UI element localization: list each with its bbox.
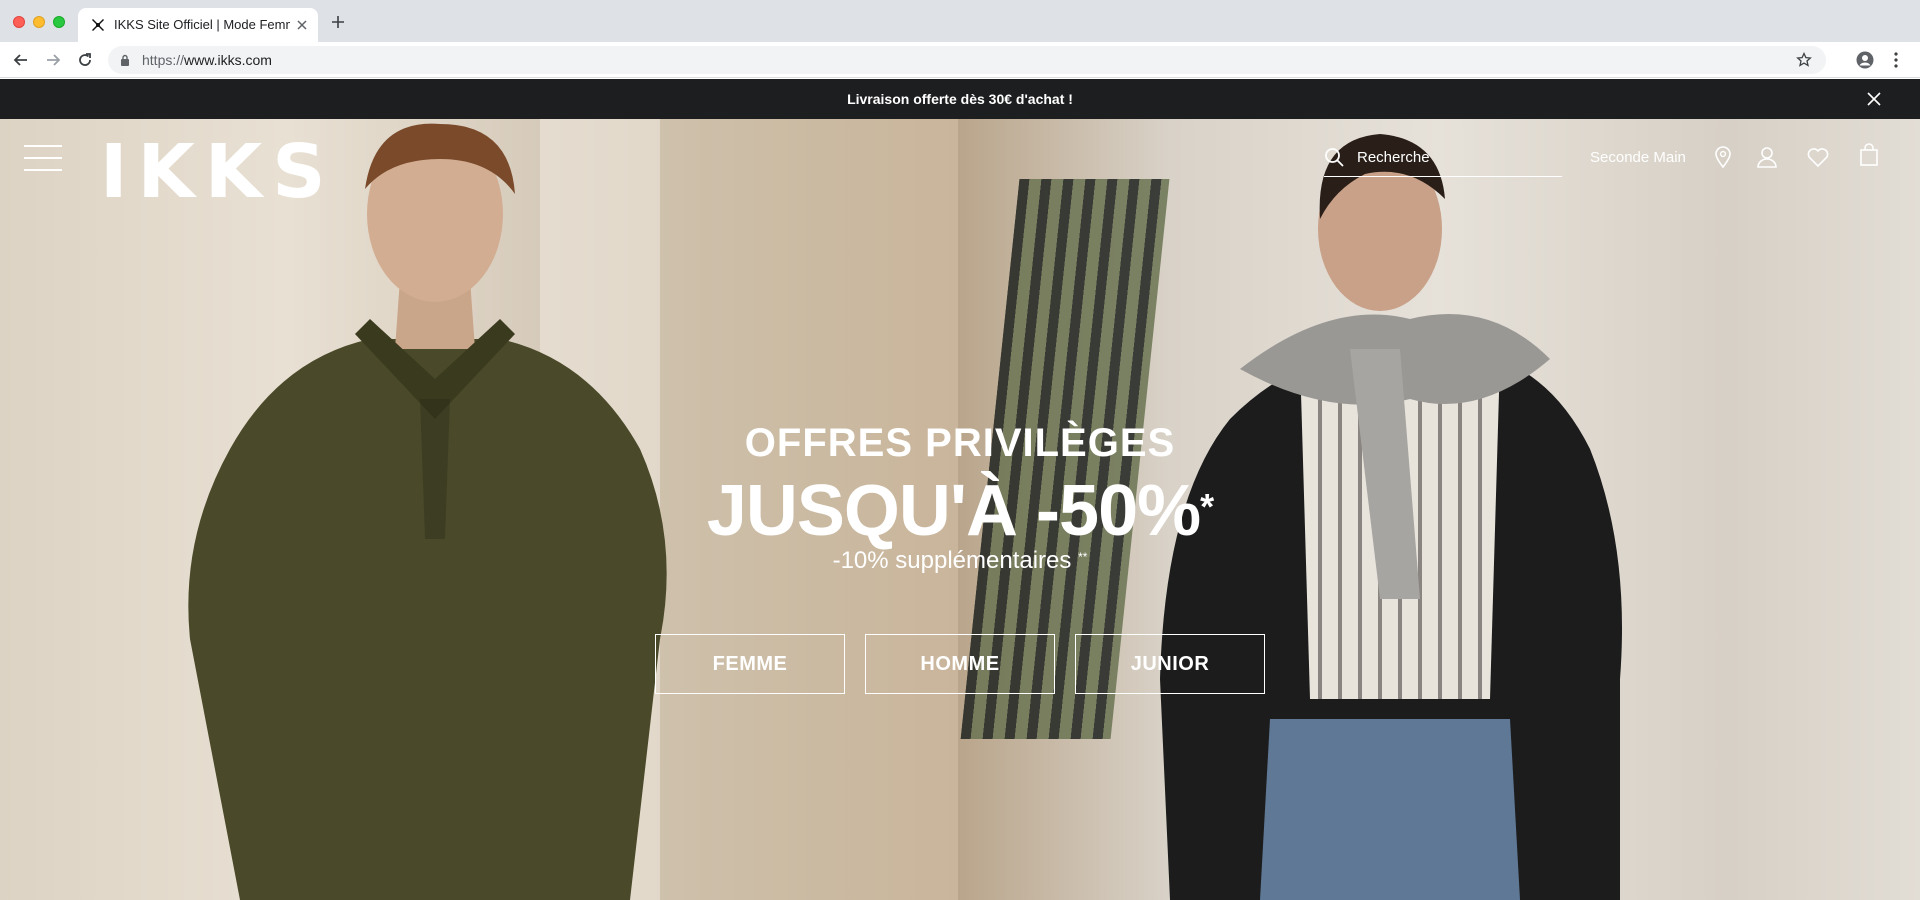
bag-icon[interactable] xyxy=(1858,143,1880,167)
url-text[interactable]: https://www.ikks.com xyxy=(142,52,272,68)
browser-tab-active[interactable]: IKKS Site Officiel | Mode Femme xyxy=(78,8,318,42)
hero-copy: OFFRES PRIVILÈGES JUSQU'À -50%* -10% sup… xyxy=(0,419,1920,575)
forward-arrow-icon[interactable] xyxy=(44,51,62,69)
bookmark-star-icon[interactable] xyxy=(1796,52,1812,68)
window-minimize-button[interactable] xyxy=(33,16,45,28)
hero-banner[interactable]: IKKS Seconde Main OFFRES PRIVILÈGES JUSQ… xyxy=(0,119,1920,900)
ikks-favicon-icon xyxy=(92,19,104,31)
window-zoom-button[interactable] xyxy=(53,16,65,28)
search-input[interactable] xyxy=(1357,145,1557,169)
homme-button[interactable]: HOMME xyxy=(865,634,1055,694)
profile-icon[interactable] xyxy=(1856,51,1874,69)
junior-button[interactable]: JUNIOR xyxy=(1075,634,1265,694)
ikks-logo[interactable]: IKKS xyxy=(100,135,336,209)
location-pin-icon[interactable] xyxy=(1712,145,1734,169)
lock-icon[interactable] xyxy=(120,54,130,66)
reload-icon[interactable] xyxy=(76,51,94,69)
browser-toolbar: https://www.ikks.com xyxy=(0,42,1920,78)
window-close-button[interactable] xyxy=(13,16,25,28)
account-icon[interactable] xyxy=(1756,145,1778,169)
back-arrow-icon[interactable] xyxy=(12,51,30,69)
promo-banner: Livraison offerte dès 30€ d'achat ! xyxy=(0,79,1920,119)
close-icon[interactable] xyxy=(1866,91,1882,107)
heart-icon[interactable] xyxy=(1806,145,1830,169)
search-bar[interactable] xyxy=(1324,143,1562,177)
browser-tab-bar: IKKS Site Officiel | Mode Femme xyxy=(0,0,1920,42)
menu-hamburger-icon[interactable] xyxy=(24,143,62,173)
femme-button[interactable]: FEMME xyxy=(655,634,845,694)
hero-headline-discount: JUSQU'À -50%* xyxy=(706,471,1214,551)
search-icon[interactable] xyxy=(1324,147,1344,167)
new-tab-icon[interactable] xyxy=(330,14,346,30)
tab-close-icon[interactable] xyxy=(294,17,310,33)
tab-title: IKKS Site Officiel | Mode Femme xyxy=(114,17,290,32)
browser-menu-icon[interactable] xyxy=(1894,51,1898,69)
promo-text[interactable]: Livraison offerte dès 30€ d'achat ! xyxy=(0,79,1920,119)
seconde-main-link[interactable]: Seconde Main xyxy=(1590,149,1686,166)
address-bar[interactable]: https://www.ikks.com xyxy=(108,46,1826,74)
hero-headline-offres: OFFRES PRIVILÈGES xyxy=(744,421,1176,465)
hero-subline: -10% supplémentaires ** xyxy=(832,547,1088,574)
